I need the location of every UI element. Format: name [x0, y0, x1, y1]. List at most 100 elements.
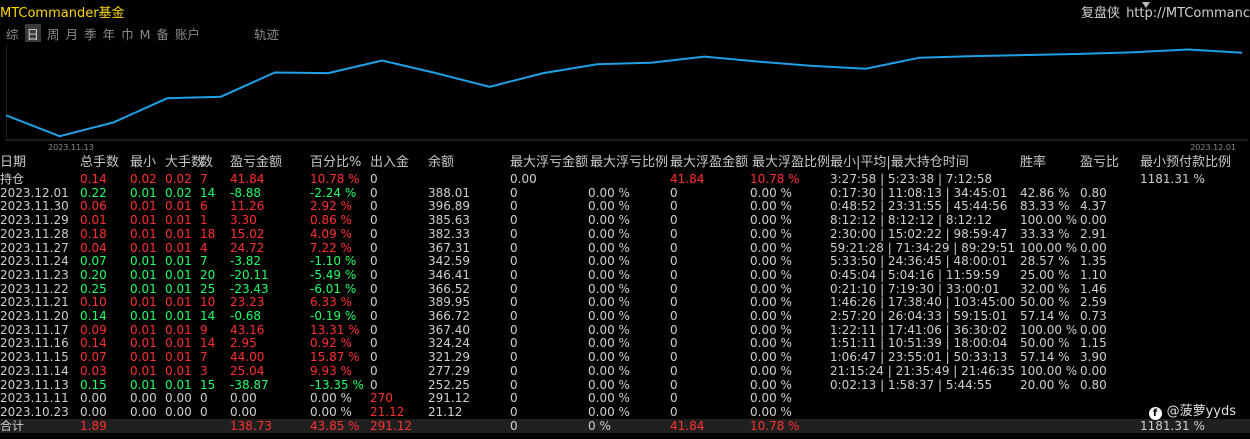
cell-fp: 0	[670, 281, 678, 296]
table-total-row: 合计 1.89 138.73 43.85 % 291.12 0 0 % 41.84 10.78 …	[0, 418, 1250, 433]
cell-pct: 4.09 %	[310, 226, 352, 241]
cell-win: 42.86 %	[1020, 185, 1070, 200]
cell-date: 2023.11.29	[0, 213, 69, 228]
cell-fp: 0	[670, 213, 678, 228]
period-tab-4[interactable]: 季	[84, 24, 97, 43]
cell-fl: 0	[510, 391, 518, 406]
period-tab-5[interactable]: 年	[103, 24, 116, 43]
cell-flp: 0.00 %	[588, 185, 630, 200]
cell-bal: 389.95	[428, 295, 470, 310]
table-row[interactable]: 2023.11.24 0.07 0.01 0.01 7 -3.82 -1.10 % 0 342.…	[0, 254, 1250, 268]
period-tab-2[interactable]: 周	[47, 24, 60, 43]
cell-max: 0.01	[165, 377, 192, 392]
column-header[interactable]: 最小	[130, 156, 156, 170]
table-row[interactable]: 2023.11.21 0.10 0.01 0.01 10 23.23 6.33 % 0 389.…	[0, 295, 1250, 309]
column-header[interactable]: 最大浮亏比例	[590, 156, 668, 170]
cell-fl: 0	[510, 254, 518, 269]
dropdown-icon[interactable]	[1142, 2, 1150, 8]
cell-fpp: 10.78 %	[750, 172, 800, 186]
table-row[interactable]: 2023.11.28 0.18 0.01 0.01 18 15.02 4.09 % 0 382.…	[0, 227, 1250, 241]
cell-pf: 0.00	[1080, 363, 1107, 378]
table-row[interactable]: 2023.12.01 0.22 0.01 0.02 14 -8.88 -2.24 % 0 388…	[0, 186, 1250, 200]
table-row[interactable]: 2023.11.17 0.09 0.01 0.01 9 43.16 13.31 % 0 367.…	[0, 323, 1250, 337]
cell-flp: 0.00 %	[588, 309, 630, 323]
column-header[interactable]: 胜率	[1020, 156, 1046, 170]
period-tab-6[interactable]: 巾	[121, 24, 134, 43]
cell-pf: 0.80	[1080, 377, 1107, 392]
column-header[interactable]: 日期	[0, 156, 26, 170]
cell-time: 0:48:52 | 23:31:55 | 45:44:56	[830, 199, 1008, 214]
cell-io: 0	[370, 295, 378, 310]
watermark: f @菠萝yyds	[1148, 400, 1236, 420]
cell-fpp: 0.00 %	[750, 267, 792, 282]
column-header[interactable]: 最大浮亏金额	[510, 156, 588, 170]
table-row[interactable]: 2023.11.20 0.14 0.01 0.01 14 -0.68 -0.19 % 0 366…	[0, 309, 1250, 323]
column-header[interactable]: 最小|平均|最大持仓时间	[830, 156, 969, 170]
column-header[interactable]: 最大浮盈比例	[752, 156, 830, 170]
table-row[interactable]: 2023.11.14 0.03 0.01 0.01 3 25.04 9.93 % 0 277.2…	[0, 364, 1250, 378]
cell-pnl: 15.02	[230, 226, 265, 241]
trail-tab[interactable]: 轨迹	[254, 24, 279, 43]
table-row[interactable]: 2023.11.29 0.01 0.01 0.01 1 3.30 0.86 % 0 385.63…	[0, 213, 1250, 227]
column-header[interactable]: 最大浮盈金额	[670, 156, 748, 170]
url-link[interactable]: http://MTCommanc	[1126, 6, 1250, 21]
cell-lots: 0.25	[80, 281, 107, 296]
cell-fl: 0	[510, 322, 518, 337]
cell-pct: 13.31 %	[310, 322, 360, 337]
column-header[interactable]: 盈亏金额	[230, 156, 282, 170]
period-tab-0[interactable]: 综	[6, 24, 19, 43]
period-tab-9[interactable]: 账户	[175, 24, 200, 43]
replay-link[interactable]: 复盘侠	[1081, 6, 1120, 21]
cell-lots: 0.03	[80, 363, 107, 378]
column-header[interactable]: 余额	[428, 156, 454, 170]
cell-win: 32.00 %	[1020, 281, 1070, 296]
cell-time: 0:02:13 | 1:58:37 | 5:44:55	[830, 377, 993, 392]
table-row[interactable]: 2023.11.22 0.25 0.01 0.01 25 -23.43 -6.01 % 0 36…	[0, 282, 1250, 296]
cell-pf: 0.73	[1080, 309, 1107, 323]
table-row[interactable]: 2023.11.15 0.07 0.01 0.01 7 44.00 15.87 % 0 321.…	[0, 350, 1250, 364]
cell-bal: 21.12	[428, 404, 463, 419]
cell-date: 2023.11.16	[0, 336, 69, 351]
cell-flp: 0.00 %	[588, 226, 630, 241]
cell-min: 0.01	[130, 240, 157, 255]
table-row[interactable]: 2023.11.23 0.20 0.01 0.01 20 -20.11 -5.49 % 0 34…	[0, 268, 1250, 282]
cell-time: 59:21:28 | 71:34:29 | 89:29:51	[830, 240, 1016, 255]
column-header[interactable]: 大手数	[165, 156, 204, 170]
cell-pnl: 0.00	[230, 391, 257, 406]
period-tab-1[interactable]: 日	[24, 24, 42, 43]
cell-lots: 0.00	[80, 404, 107, 419]
table-row[interactable]: 2023.11.11 0.00 0.00 0.00 0 0.00 0.00 % 270 291.…	[0, 391, 1250, 405]
cell-max: 0.01	[165, 336, 192, 351]
cell-pf: 1.35	[1080, 254, 1107, 269]
cell-bal: 291.12	[428, 391, 470, 406]
cell-bal: 367.31	[428, 240, 470, 255]
column-header[interactable]: 百分比%	[310, 156, 361, 170]
cell-date: 2023.11.15	[0, 350, 69, 365]
cell-date: 2023.11.11	[0, 391, 69, 406]
cell-time: 8:12:12 | 8:12:12 | 8:12:12	[830, 213, 993, 228]
cell-flp: 0.00 %	[588, 377, 630, 392]
table-row[interactable]: 2023.11.13 0.15 0.01 0.01 15 -38.87 -13.35 % 0 2…	[0, 378, 1250, 392]
column-header[interactable]: 出入金	[370, 156, 409, 170]
cell-pnl: 0.00	[230, 404, 257, 419]
column-header[interactable]: 最小预付款比例	[1140, 156, 1231, 170]
cell-lots: 0.07	[80, 350, 107, 365]
period-tab-8[interactable]: 备	[156, 24, 169, 43]
table-row[interactable]: 持仓 0.14 0.02 0.02 7 41.84 10.78 % 0 0.00 41.84 10.…	[0, 172, 1250, 186]
column-header[interactable]: 数	[200, 156, 213, 170]
cell-min: 0.01	[130, 336, 157, 351]
equity-chart: 2023.11.13 2023.12.01	[6, 42, 1248, 152]
cell-date: 2023.10.23	[0, 404, 69, 419]
period-tab-7[interactable]: M	[140, 27, 151, 42]
cell-fp: 0	[670, 350, 678, 365]
cell-fp: 0	[670, 254, 678, 269]
table-row[interactable]: 2023.10.23 0.00 0.00 0.00 0 0.00 0.00 % 21.12 21…	[0, 405, 1250, 419]
period-tab-3[interactable]: 月	[66, 24, 79, 43]
table-row[interactable]: 2023.11.27 0.04 0.01 0.01 4 24.72 7.22 % 0 367.3…	[0, 241, 1250, 255]
table-header: 日期 总手数 最小 大手数数盈亏金额 百分比% 出入金 余额 最大浮亏金额 最大浮亏比例 最大浮盈…	[0, 156, 1250, 170]
table-row[interactable]: 2023.11.16 0.14 0.01 0.01 14 2.95 0.92 % 0 324.2…	[0, 336, 1250, 350]
column-header[interactable]: 盈亏比	[1080, 156, 1119, 170]
column-header[interactable]: 总手数	[80, 156, 119, 170]
cell-n: 10	[200, 295, 216, 310]
table-row[interactable]: 2023.11.30 0.06 0.01 0.01 6 11.26 2.92 % 0 396.8…	[0, 199, 1250, 213]
